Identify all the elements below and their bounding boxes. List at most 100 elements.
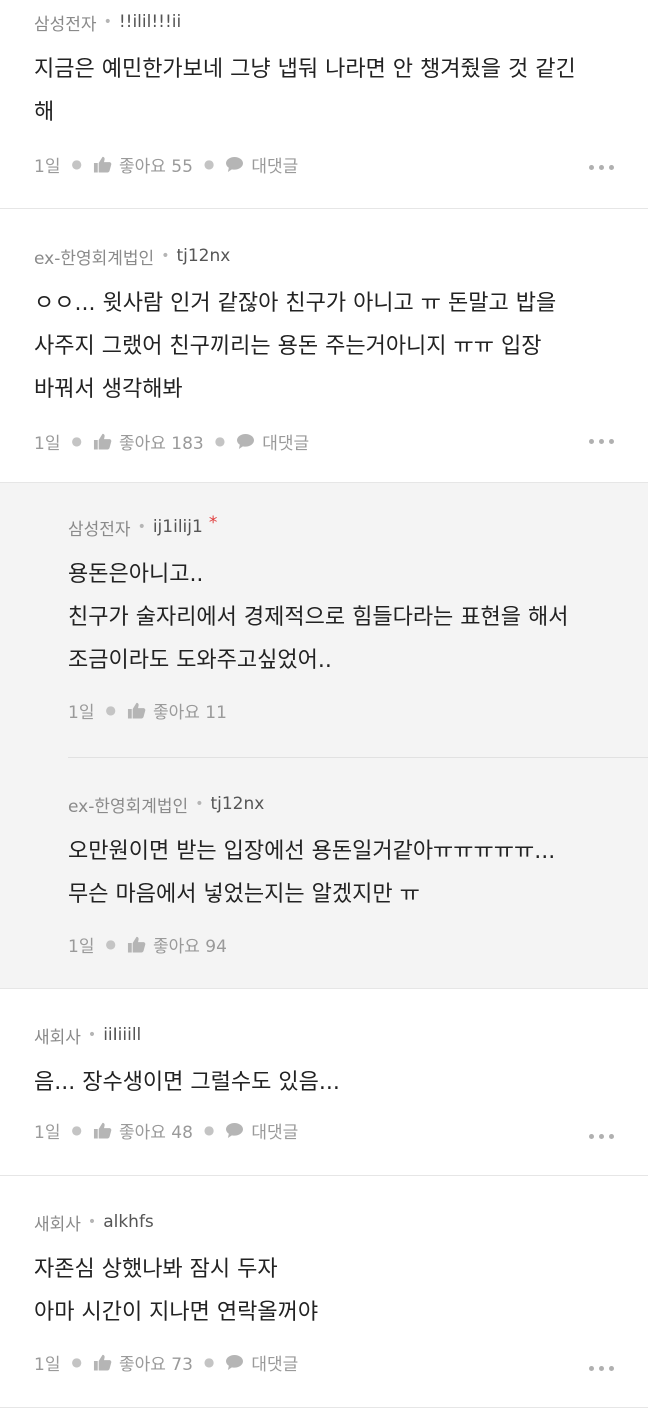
comment: 새회사 • iiIiiill 음... 장수생이면 그럴수도 있음... 1일 … (0, 989, 648, 1176)
thumbs-up-icon (93, 156, 112, 173)
comment-line: 바꿔서 생각해봐 (34, 377, 183, 402)
author-company[interactable]: 삼성전자 (68, 515, 131, 540)
separator-dot: ● (203, 1123, 215, 1137)
time-label: 1일 (34, 1122, 61, 1143)
reply-label: 대댓글 (262, 433, 310, 454)
time-label: 1일 (34, 433, 61, 454)
like-button[interactable]: 좋아요 55 (93, 152, 193, 177)
author-nickname[interactable]: !!ilil!!!ii (119, 12, 181, 32)
reply: 삼성전자 • ij1ilij1 * 용돈은아니고.. 친구가 술자리에서 경제적… (68, 483, 648, 757)
like-button[interactable]: 좋아요 73 (93, 1350, 193, 1375)
comment: 새회사 • alkhfs 자존심 상했나봐 잠시 두자 아마 시간이 지나면 연… (0, 1176, 648, 1408)
comment: 삼성전자 • !!ilil!!!ii 지금은 예민한가보네 그냥 냅둬 나라면 … (0, 0, 648, 209)
comment-actions: 1일 ● 좋아요 55 ● 대댓글 (34, 151, 608, 177)
reply-line: 오만원이면 받는 입장에선 용돈일거같아ㅠㅠㅠㅠㅠ... (68, 839, 556, 864)
thumbs-up-icon (93, 1354, 112, 1371)
thumbs-up-icon (93, 433, 112, 450)
separator-dot: • (195, 796, 204, 812)
speech-bubble-icon (237, 433, 255, 449)
reply-meta: ex-한영회계법인 • tj12nx (68, 792, 608, 817)
comment-line: 사주지 그랬어 친구끼리는 용돈 주는거아니지 ㅠㅠ 입장 (34, 334, 542, 359)
comment-line: 아마 시간이 지나면 연락올꺼야 (34, 1300, 319, 1325)
more-options-button[interactable] (589, 1366, 614, 1371)
separator-dot: • (87, 1214, 97, 1230)
author-company[interactable]: ex-한영회계법인 (34, 244, 154, 269)
reply-thread: 삼성전자 • ij1ilij1 * 용돈은아니고.. 친구가 술자리에서 경제적… (0, 483, 648, 989)
reply: ex-한영회계법인 • tj12nx 오만원이면 받는 입장에선 용돈일거같아ㅠ… (68, 757, 648, 988)
time-label: 1일 (68, 702, 95, 723)
author-company[interactable]: 새회사 (34, 1023, 81, 1048)
comment-meta: 새회사 • iiIiiill (34, 1023, 608, 1048)
separator-dot: • (137, 519, 146, 535)
separator-dot: ● (214, 434, 226, 448)
like-count: 좋아요 94 (152, 936, 227, 957)
separator-dot: • (87, 1027, 97, 1043)
comment-meta: 새회사 • alkhfs (34, 1210, 608, 1235)
author-nickname[interactable]: tj12nx (176, 246, 230, 266)
like-count: 좋아요 183 (118, 433, 204, 454)
comment-meta: 삼성전자 • !!ilil!!!ii (34, 10, 608, 35)
reply-button[interactable]: 대댓글 (225, 1118, 298, 1143)
separator-dot: ● (71, 1355, 82, 1369)
comment-actions: 1일 ● 좋아요 48 ● 대댓글 (34, 1117, 608, 1143)
reply-line: 용돈은아니고.. (68, 562, 204, 587)
reply-button[interactable]: 대댓글 (225, 1350, 298, 1375)
comment-line: 음... 장수생이면 그럴수도 있음... (34, 1070, 340, 1095)
separator-dot: ● (105, 703, 116, 717)
reply-label: 대댓글 (251, 1122, 299, 1143)
time-label: 1일 (68, 936, 95, 957)
reply-line: 무슨 마음에서 넣었는지는 알겠지만 ㅠ (68, 882, 420, 907)
reply-button[interactable]: 대댓글 (236, 429, 309, 454)
more-options-button[interactable] (589, 439, 614, 444)
reply-line: 친구가 술자리에서 경제적으로 힘들다라는 표현을 해서 (68, 605, 569, 630)
like-button[interactable]: 좋아요 48 (93, 1118, 193, 1143)
author-company[interactable]: 새회사 (34, 1210, 81, 1235)
speech-bubble-icon (226, 156, 244, 172)
like-count: 좋아요 48 (118, 1122, 193, 1143)
like-button[interactable]: 좋아요 183 (93, 429, 204, 454)
more-dots-icon (589, 439, 594, 444)
author-company[interactable]: ex-한영회계법인 (68, 792, 188, 817)
comment-body: 지금은 예민한가보네 그냥 냅둬 나라면 안 챙겨줬을 것 같긴 해 (34, 48, 608, 134)
comment-body: 자존심 상했나봐 잠시 두자 아마 시간이 지나면 연락올꺼야 (34, 1248, 608, 1334)
speech-bubble-icon (226, 1122, 244, 1138)
like-count: 좋아요 55 (118, 156, 193, 177)
comment-line: 해 (34, 100, 55, 125)
more-options-button[interactable] (589, 165, 614, 170)
comment-actions: 1일 ● 좋아요 73 ● 대댓글 (34, 1349, 608, 1375)
reply-body: 용돈은아니고.. 친구가 술자리에서 경제적으로 힘들다라는 표현을 해서 조금… (68, 553, 608, 682)
comment-line: ㅇㅇ... 윗사람 인거 같잖아 친구가 아니고 ㅠ 돈말고 밥을 (34, 291, 557, 316)
comment-body: ㅇㅇ... 윗사람 인거 같잖아 친구가 아니고 ㅠ 돈말고 밥을 사주지 그랬… (34, 282, 608, 411)
separator-dot: • (161, 248, 170, 264)
reply-actions: 1일 ● 좋아요 94 (68, 931, 608, 957)
more-options-button[interactable] (589, 1134, 614, 1139)
comment-line: 지금은 예민한가보네 그냥 냅둬 나라면 안 챙겨줬을 것 같긴 (34, 57, 576, 82)
time-label: 1일 (34, 156, 61, 177)
comment-meta: ex-한영회계법인 • tj12nx (34, 244, 608, 269)
thumbs-up-icon (127, 702, 146, 719)
more-dots-icon (589, 165, 594, 170)
like-button[interactable]: 좋아요 94 (127, 932, 227, 957)
separator-dot: ● (71, 1123, 82, 1137)
author-mark: * (208, 513, 218, 533)
reply-line: 조금이라도 도와주고싶었어.. (68, 648, 332, 673)
reply-actions: 1일 ● 좋아요 11 (68, 697, 608, 723)
reply-label: 대댓글 (251, 1354, 299, 1375)
like-count: 좋아요 73 (118, 1354, 193, 1375)
separator-dot: ● (71, 434, 82, 448)
author-nickname[interactable]: alkhfs (103, 1212, 154, 1232)
author-company[interactable]: 삼성전자 (34, 10, 97, 35)
separator-dot: ● (105, 937, 116, 951)
author-nickname[interactable]: tj12nx (210, 794, 264, 814)
separator-dot: ● (203, 1355, 215, 1369)
thumbs-up-icon (93, 1122, 112, 1139)
like-button[interactable]: 좋아요 11 (127, 698, 227, 723)
reply-body: 오만원이면 받는 입장에선 용돈일거같아ㅠㅠㅠㅠㅠ... 무슨 마음에서 넣었는… (68, 830, 608, 916)
more-dots-icon (589, 1366, 594, 1371)
reply-meta: 삼성전자 • ij1ilij1 * (68, 513, 608, 540)
author-nickname[interactable]: iiIiiill (103, 1025, 141, 1045)
thumbs-up-icon (127, 936, 146, 953)
reply-button[interactable]: 대댓글 (225, 152, 298, 177)
speech-bubble-icon (226, 1354, 244, 1370)
author-nickname[interactable]: ij1ilij1 (153, 517, 203, 537)
